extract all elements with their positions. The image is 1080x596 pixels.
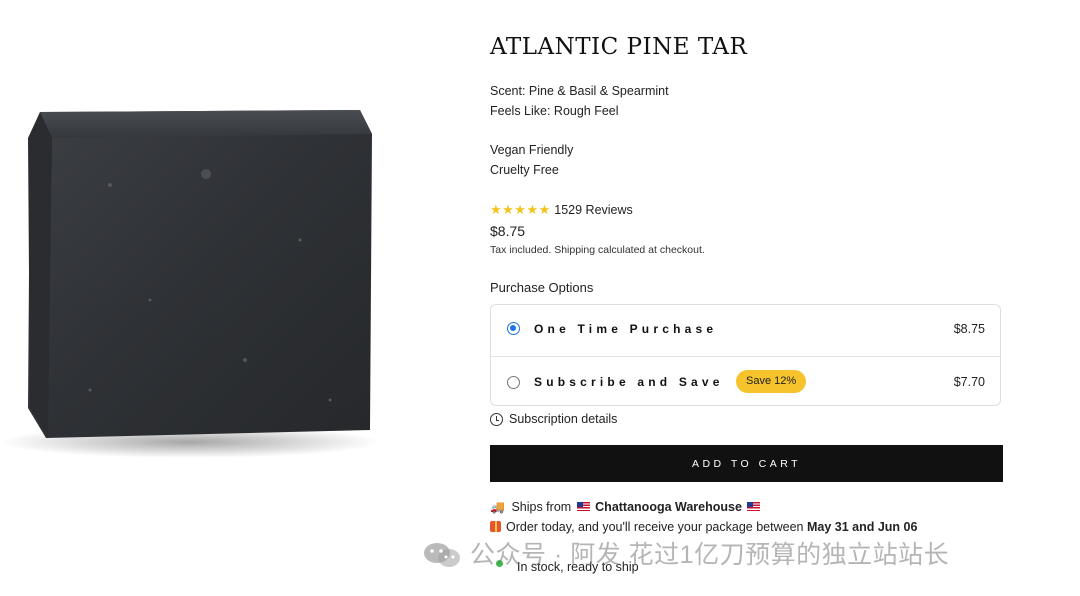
reviews-count[interactable]: 1529 Reviews	[554, 203, 633, 217]
rating-stars-icon: ★★★★★	[490, 202, 551, 217]
delivery-window: May 31 and Jun 06	[806, 520, 918, 534]
us-flag-icon	[747, 502, 761, 511]
watermark-text: 公众号 · 阿发 花过1亿刀预算的独立站站长	[470, 541, 950, 569]
option-subscribe-price: $7.70	[953, 375, 985, 389]
clock-icon	[490, 413, 503, 426]
tax-note: Tax included. Shipping calculated at che…	[490, 244, 705, 256]
product-price: $8.75	[490, 223, 526, 239]
purchase-options-group: One Time Purchase $8.75 Subscribe and Sa…	[490, 304, 1001, 406]
scent-text: Scent: Pine & Basil & Spearmint	[490, 84, 669, 98]
radio-subscribe[interactable]	[507, 376, 520, 389]
purchase-options-title: Purchase Options	[490, 280, 594, 295]
delivery-prefix: Order today, and you'll receive your pac…	[506, 520, 804, 534]
watermark: 公众号 · 阿发 花过1亿刀预算的独立站站长	[422, 535, 949, 571]
gift-icon	[490, 521, 501, 532]
us-flag-icon	[576, 502, 590, 511]
truck-icon: 🚚	[490, 500, 505, 514]
rating-row[interactable]: ★★★★★ 1529 Reviews	[490, 202, 633, 218]
subscription-details-link[interactable]: Subscription details	[490, 412, 617, 426]
ships-from-row: 🚚 Ships from Chattanooga Warehouse	[490, 500, 762, 514]
attribute-vegan: Vegan Friendly	[490, 143, 574, 157]
option-one-time-price: $8.75	[953, 322, 985, 336]
option-one-time[interactable]: One Time Purchase $8.75	[491, 305, 1000, 357]
add-to-cart-button[interactable]: ADD TO CART	[490, 445, 1003, 482]
warehouse-name: Chattanooga Warehouse	[595, 500, 742, 514]
attribute-cruelty-free: Cruelty Free	[490, 163, 559, 177]
ships-from-prefix: Ships from	[511, 500, 572, 514]
product-title: ATLANTIC PINE TAR	[490, 34, 748, 60]
wechat-icon	[424, 543, 460, 567]
radio-one-time[interactable]	[507, 322, 520, 335]
product-image	[0, 110, 380, 458]
option-one-time-label: One Time Purchase	[534, 322, 718, 336]
save-badge: Save 12%	[736, 370, 807, 393]
subscription-details-label: Subscription details	[509, 412, 618, 426]
feels-like-text: Feels Like: Rough Feel	[490, 104, 619, 118]
option-subscribe[interactable]: Subscribe and Save Save 12% $7.70	[491, 356, 1000, 407]
option-subscribe-label: Subscribe and Save	[534, 375, 724, 389]
delivery-estimate-row: Order today, and you'll receive your pac…	[490, 520, 917, 534]
